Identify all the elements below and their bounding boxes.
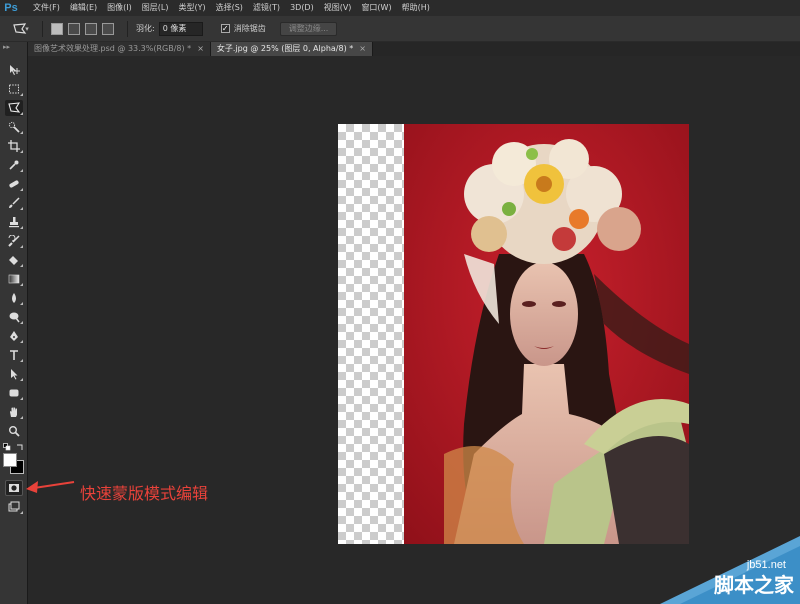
watermark-name: 脚本之家 (714, 573, 794, 597)
color-swap-controls (3, 443, 25, 451)
menu-3d[interactable]: 3D(D) (285, 0, 319, 16)
menu-file[interactable]: 文件(F) (28, 0, 65, 16)
screen-mode-button[interactable] (5, 499, 23, 515)
clone-stamp-icon (9, 217, 19, 228)
hand-icon (10, 407, 17, 417)
toolbox: ▸▸ (0, 42, 28, 604)
rectangle-shape-tool[interactable] (5, 385, 23, 401)
zoom-icon (9, 426, 20, 437)
eraser-tool[interactable] (5, 252, 23, 268)
refine-edge-button[interactable]: 调整边缘... (279, 21, 338, 36)
collapse-icon[interactable]: ▸▸ (0, 42, 27, 56)
pen-icon (10, 331, 18, 341)
blur-icon (12, 293, 16, 303)
swap-colors-icon[interactable] (16, 443, 24, 451)
separator (127, 20, 128, 37)
polygonal-lasso-tool[interactable] (5, 100, 23, 116)
new-selection-button[interactable] (51, 22, 63, 35)
gradient-tool[interactable] (5, 271, 23, 287)
menu-edit[interactable]: 编辑(E) (65, 0, 102, 16)
dodge-tool[interactable] (5, 309, 23, 325)
quick-mask-button[interactable] (5, 480, 23, 496)
pen-tool[interactable] (5, 328, 23, 344)
history-brush-icon (8, 235, 20, 247)
menu-layer[interactable]: 图层(L) (137, 0, 174, 16)
eraser-icon (9, 256, 18, 265)
foreground-color-swatch[interactable] (3, 453, 17, 467)
rect-marquee-icon (9, 84, 19, 94)
photo-illustration (404, 124, 689, 544)
ps-logo: Ps (4, 2, 18, 14)
rect-marquee-tool[interactable] (5, 81, 23, 97)
tool-preset-picker[interactable]: ▾ (8, 19, 34, 39)
default-colors-icon[interactable] (3, 443, 11, 451)
feather-input[interactable] (158, 21, 203, 36)
screen-mode-icon (8, 501, 20, 512)
eyedropper-icon (9, 160, 19, 170)
menu-view[interactable]: 视图(V) (319, 0, 357, 16)
dodge-icon (9, 312, 20, 323)
type-icon (10, 350, 18, 360)
antialias-checkbox[interactable]: ✓ (220, 24, 230, 33)
hand-tool[interactable] (5, 404, 23, 420)
photoshop-window: Ps 文件(F) 编辑(E) 图像(I) 图层(L) 类型(Y) 选择(S) 滤… (0, 0, 800, 604)
path-select-tool[interactable] (5, 366, 23, 382)
menu-filter[interactable]: 滤镜(T) (248, 0, 285, 16)
path-select-icon (11, 369, 18, 380)
menu-image[interactable]: 图像(I) (102, 0, 137, 16)
menu-bar: Ps 文件(F) 编辑(E) 图像(I) 图层(L) 类型(Y) 选择(S) 滤… (0, 0, 800, 16)
brush-tool[interactable] (5, 195, 23, 211)
add-to-selection-button[interactable] (68, 22, 80, 35)
blur-tool[interactable] (5, 290, 23, 306)
tab-title: 女子.jpg @ 25% (图层 0, Alpha/8) * (216, 44, 354, 53)
quick-select-icon (8, 121, 20, 133)
rectangle-shape-icon (9, 389, 19, 397)
subtract-from-selection-button[interactable] (85, 22, 97, 35)
annotation-label: 快速蒙版模式编辑 (80, 484, 209, 503)
clone-stamp-tool[interactable] (5, 214, 23, 230)
document-canvas[interactable] (338, 124, 689, 544)
watermark: jb51.net 脚本之家 (660, 536, 800, 604)
feather-label: 羽化: (136, 24, 155, 33)
close-icon[interactable]: × (359, 42, 366, 56)
gradient-icon (8, 274, 20, 284)
canvas-workspace[interactable] (28, 56, 800, 604)
crop-icon (8, 140, 20, 152)
annotation-arrow-icon (26, 481, 75, 493)
tab-title: 图像艺术效果处理.psd @ 33.3%(RGB/8) * (34, 44, 192, 53)
transparent-area (338, 124, 404, 544)
crop-tool[interactable] (5, 138, 23, 154)
chevron-down-icon: ▾ (25, 24, 29, 33)
separator (42, 20, 43, 37)
move-tool[interactable] (5, 62, 23, 78)
menu-window[interactable]: 窗口(W) (356, 0, 396, 16)
menu-type[interactable]: 类型(Y) (173, 0, 210, 16)
eyedropper-tool[interactable] (5, 157, 23, 173)
move-icon (10, 65, 20, 75)
type-tool[interactable] (5, 347, 23, 363)
quick-mask-icon (9, 484, 19, 492)
polygonal-lasso-icon (8, 102, 20, 113)
document-tab-bar: 图像艺术效果处理.psd @ 33.3%(RGB/8) * × 女子.jpg @… (28, 42, 800, 56)
menu-select[interactable]: 选择(S) (211, 0, 248, 16)
tab-jpg-document[interactable]: 女子.jpg @ 25% (图层 0, Alpha/8) * × (210, 42, 373, 56)
healing-brush-tool[interactable] (5, 176, 23, 192)
close-icon[interactable]: × (197, 42, 204, 56)
zoom-tool[interactable] (5, 423, 23, 439)
menu-help[interactable]: 帮助(H) (397, 0, 435, 16)
brush-icon (9, 197, 20, 208)
tab-psd-document[interactable]: 图像艺术效果处理.psd @ 33.3%(RGB/8) * × (28, 42, 211, 56)
photo-woman-flower-headdress (404, 124, 689, 544)
antialias-label: 消除锯齿 (233, 24, 266, 33)
history-brush-tool[interactable] (5, 233, 23, 249)
options-bar: ▾ 羽化: ✓ 消除锯齿 调整边缘... (0, 16, 800, 42)
healing-brush-icon (9, 180, 19, 188)
quick-select-tool[interactable] (5, 119, 23, 135)
intersect-selection-button[interactable] (102, 22, 114, 35)
